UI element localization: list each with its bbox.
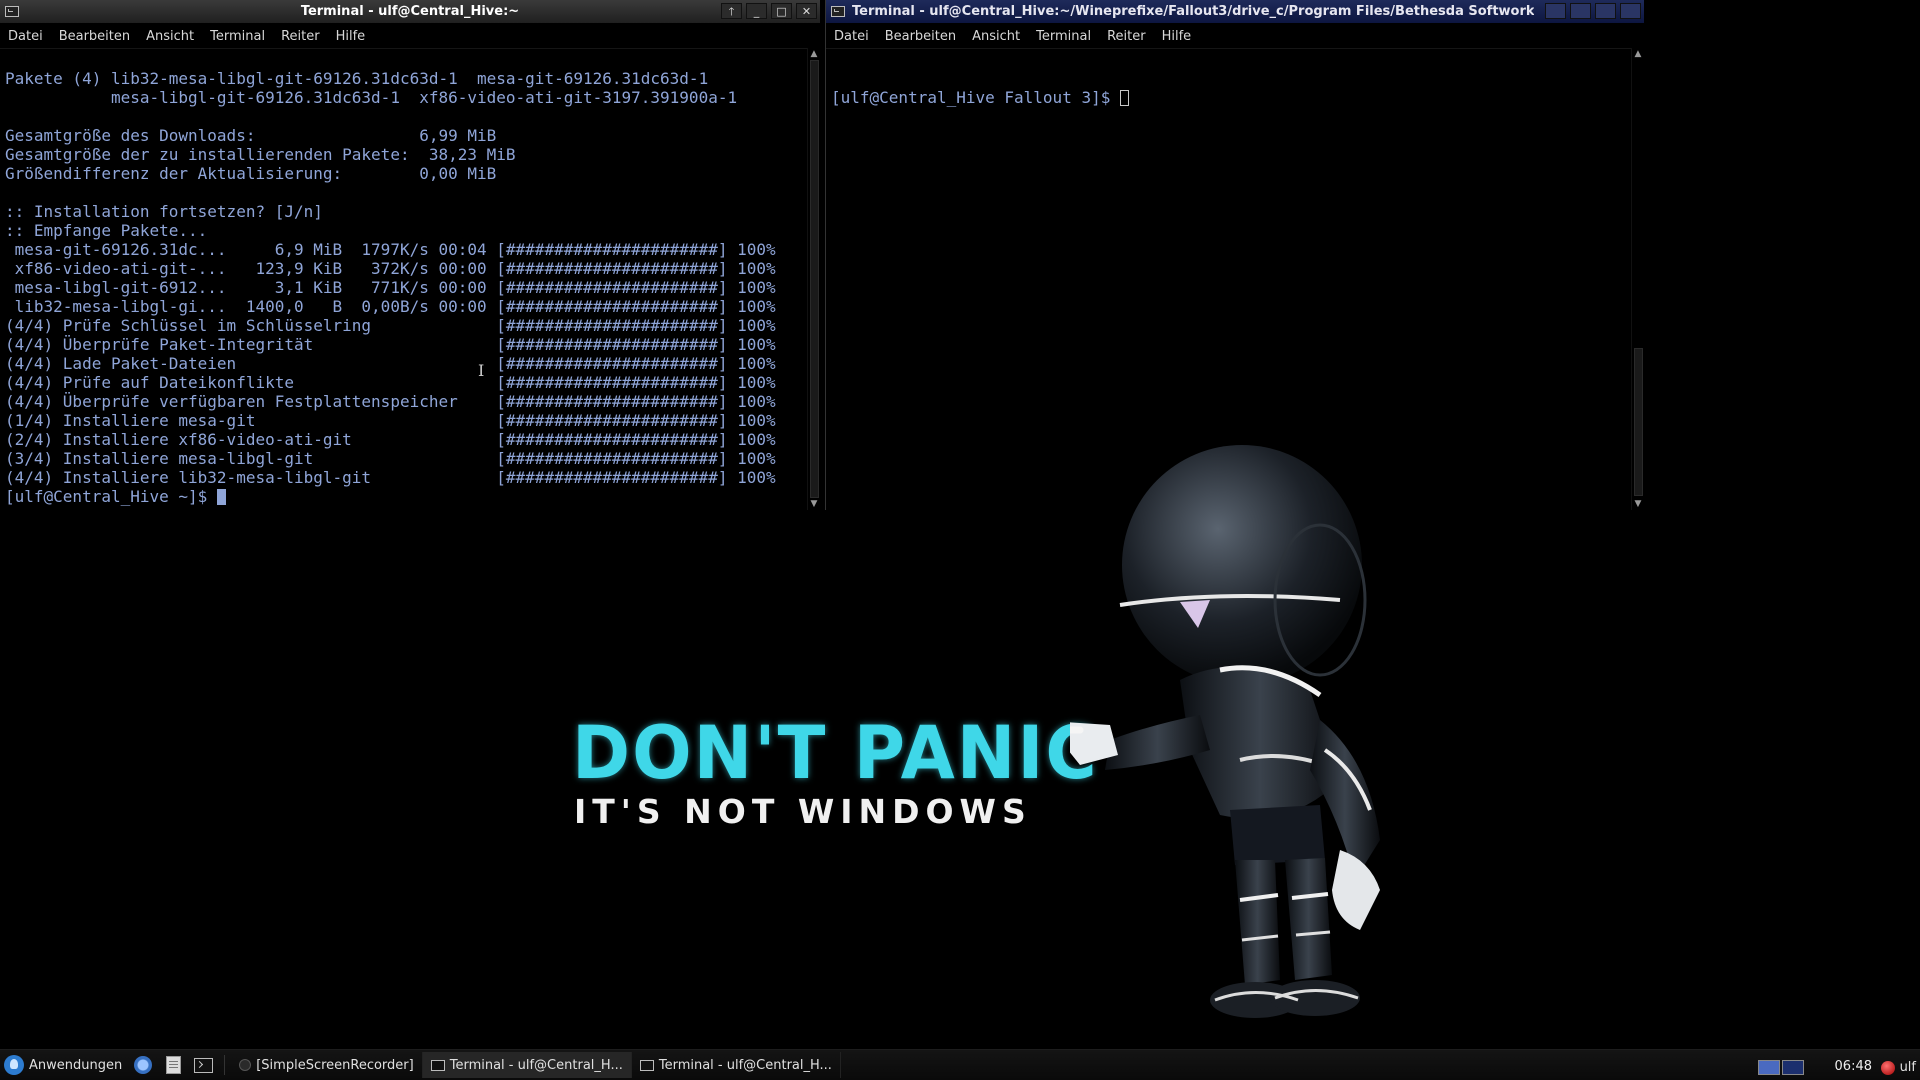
terminal-line: (4/4) Überprüfe verfügbaren Festplattens…: [5, 392, 776, 411]
menu-bearbeiten[interactable]: Bearbeiten: [57, 28, 132, 45]
terminal-output[interactable]: Pakete (4) lib32-mesa-libgl-git-69126.31…: [0, 48, 808, 510]
terminal-icon[interactable]: [5, 6, 19, 17]
scroll-thumb[interactable]: [810, 60, 819, 498]
menu-terminal[interactable]: Terminal: [1034, 28, 1093, 45]
keep-above-button[interactable]: [1545, 3, 1566, 19]
task-label: Terminal - ulf@Central_H...: [658, 1057, 832, 1073]
terminal-line: (1/4) Installiere mesa-git [############…: [5, 411, 776, 430]
terminal-line: :: Installation fortsetzen? [J/n]: [5, 202, 323, 221]
minimize-button[interactable]: [1570, 3, 1591, 19]
menu-bar: Datei Bearbeiten Ansicht Terminal Reiter…: [826, 24, 1644, 49]
wallpaper-slogan-sub: IT'S NOT WINDOWS: [574, 792, 1032, 831]
prompt-line: [ulf@Central_Hive Fallout 3]$: [831, 88, 1627, 107]
terminal-icon: [639, 1059, 654, 1071]
terminal-line: mesa-libgl-git-69126.31dc63d-1 xf86-vide…: [5, 88, 738, 107]
record-icon: [239, 1059, 252, 1071]
task-terminal-1[interactable]: Terminal - ulf@Central_H...: [422, 1052, 632, 1078]
xfce-mouse-icon: [4, 1055, 24, 1075]
terminal-line: Größendifferenz der Aktualisierung: 0,00…: [5, 164, 497, 183]
text-cursor-icon: I: [478, 361, 485, 380]
terminal-line: :: Empfange Pakete...: [5, 221, 208, 240]
scroll-up-arrow-icon[interactable]: ▲: [808, 48, 820, 60]
task-simplescreenrecorder[interactable]: [SimpleScreenRecorder]: [231, 1052, 423, 1078]
terminal-launcher[interactable]: [192, 1054, 214, 1076]
terminal-icon[interactable]: [831, 6, 845, 17]
menu-hilfe[interactable]: Hilfe: [1160, 28, 1194, 45]
terminal-line: xf86-video-ati-git-... 123,9 KiB 372K/s …: [5, 259, 776, 278]
terminal-line: (3/4) Installiere mesa-libgl-git [######…: [5, 449, 776, 468]
robot-mascot-icon: [1070, 445, 1380, 1018]
file-manager-icon: [165, 1056, 181, 1074]
user-menu[interactable]: ulf: [1880, 1060, 1916, 1075]
terminal-line: Pakete (4) lib32-mesa-libgl-git-69126.31…: [5, 69, 709, 88]
shell-prompt: [ulf@Central_Hive Fallout 3]$: [831, 88, 1120, 107]
close-button[interactable]: [1620, 3, 1641, 19]
menu-hilfe[interactable]: Hilfe: [334, 28, 368, 45]
task-label: Terminal - ulf@Central_H...: [449, 1057, 623, 1073]
text-cursor: [216, 489, 226, 505]
title-bar[interactable]: Terminal - ulf@Central_Hive:~/Wineprefix…: [826, 0, 1644, 24]
browser-icon: [134, 1056, 153, 1074]
window-title: Terminal - ulf@Central_Hive:~/Wineprefix…: [852, 4, 1534, 19]
applications-menu-label: Anwendungen: [29, 1057, 123, 1073]
task-label: [SimpleScreenRecorder]: [256, 1057, 414, 1073]
file-manager-launcher[interactable]: [162, 1054, 184, 1076]
terminal-line: mesa-libgl-git-6912... 3,1 KiB 771K/s 00…: [5, 278, 776, 297]
workspace-pager[interactable]: [1758, 1060, 1804, 1075]
terminal-line: (4/4) Installiere lib32-mesa-libgl-git […: [5, 468, 776, 487]
maximize-button[interactable]: [1595, 3, 1616, 19]
menu-bearbeiten[interactable]: Bearbeiten: [883, 28, 958, 45]
menu-ansicht[interactable]: Ansicht: [970, 28, 1022, 45]
user-status-icon: [1880, 1060, 1895, 1075]
menu-terminal[interactable]: Terminal: [208, 28, 267, 45]
title-bar[interactable]: Terminal - ulf@Central_Hive:~ 🡑 _ □ ✕: [0, 0, 820, 24]
scroll-up-arrow-icon[interactable]: ▲: [1632, 48, 1644, 60]
keep-above-button[interactable]: 🡑: [721, 3, 742, 19]
terminal-line: (4/4) Überprüfe Paket-Integrität [######…: [5, 335, 776, 354]
terminal-line: mesa-git-69126.31dc... 6,9 MiB 1797K/s 0…: [5, 240, 776, 259]
close-button[interactable]: ✕: [796, 3, 817, 19]
terminal-window-home[interactable]: Terminal - ulf@Central_Hive:~ 🡑 _ □ ✕ Da…: [0, 0, 820, 510]
shell-prompt: [ulf@Central_Hive ~]$: [5, 487, 217, 506]
wallpaper-slogan-main: DON'T PANIC: [572, 709, 1099, 797]
applications-menu-button[interactable]: Anwendungen: [0, 1050, 128, 1080]
menu-bar: Datei Bearbeiten Ansicht Terminal Reiter…: [0, 24, 820, 49]
maximize-button[interactable]: □: [771, 3, 792, 19]
workspace-1[interactable]: [1758, 1060, 1780, 1075]
menu-reiter[interactable]: Reiter: [279, 28, 322, 45]
terminal-line: Gesamtgröße des Downloads: 6,99 MiB: [5, 126, 497, 145]
scrollbar[interactable]: ▲ ▼: [807, 48, 820, 510]
menu-datei[interactable]: Datei: [832, 28, 871, 45]
text-cursor: [1119, 90, 1129, 106]
terminal-line: (4/4) Prüfe auf Dateikonflikte [########…: [5, 373, 776, 392]
user-name: ulf: [1899, 1060, 1916, 1075]
clock[interactable]: 06:48: [1835, 1059, 1872, 1074]
browser-launcher[interactable]: [132, 1054, 154, 1076]
terminal-line: Gesamtgröße der zu installierenden Paket…: [5, 145, 516, 164]
taskbar: Anwendungen [SimpleScreenRecorder] Termi…: [0, 1049, 1920, 1080]
scroll-down-arrow-icon[interactable]: ▼: [808, 498, 820, 510]
window-title: Terminal - ulf@Central_Hive:~: [300, 4, 520, 19]
task-terminal-2[interactable]: Terminal - ulf@Central_H...: [632, 1052, 841, 1078]
terminal-line: (4/4) Lade Paket-Dateien [##############…: [5, 354, 776, 373]
terminal-line: lib32-mesa-libgl-gi... 1400,0 B 0,00B/s …: [5, 297, 776, 316]
menu-ansicht[interactable]: Ansicht: [144, 28, 196, 45]
separator: [224, 1055, 226, 1075]
workspace-2[interactable]: [1782, 1060, 1804, 1075]
scroll-thumb[interactable]: [1634, 348, 1643, 496]
minimize-button[interactable]: _: [746, 3, 767, 19]
scroll-down-arrow-icon[interactable]: ▼: [1632, 498, 1644, 510]
terminal-line: (4/4) Prüfe Schlüssel im Schlüsselring […: [5, 316, 776, 335]
menu-reiter[interactable]: Reiter: [1105, 28, 1148, 45]
terminal-icon: [193, 1057, 213, 1073]
menu-datei[interactable]: Datei: [6, 28, 45, 45]
terminal-icon: [430, 1059, 445, 1071]
prompt-line: [ulf@Central_Hive ~]$: [5, 487, 803, 506]
scrollbar[interactable]: ▲ ▼: [1631, 48, 1644, 510]
terminal-line: (2/4) Installiere xf86-video-ati-git [##…: [5, 430, 776, 449]
